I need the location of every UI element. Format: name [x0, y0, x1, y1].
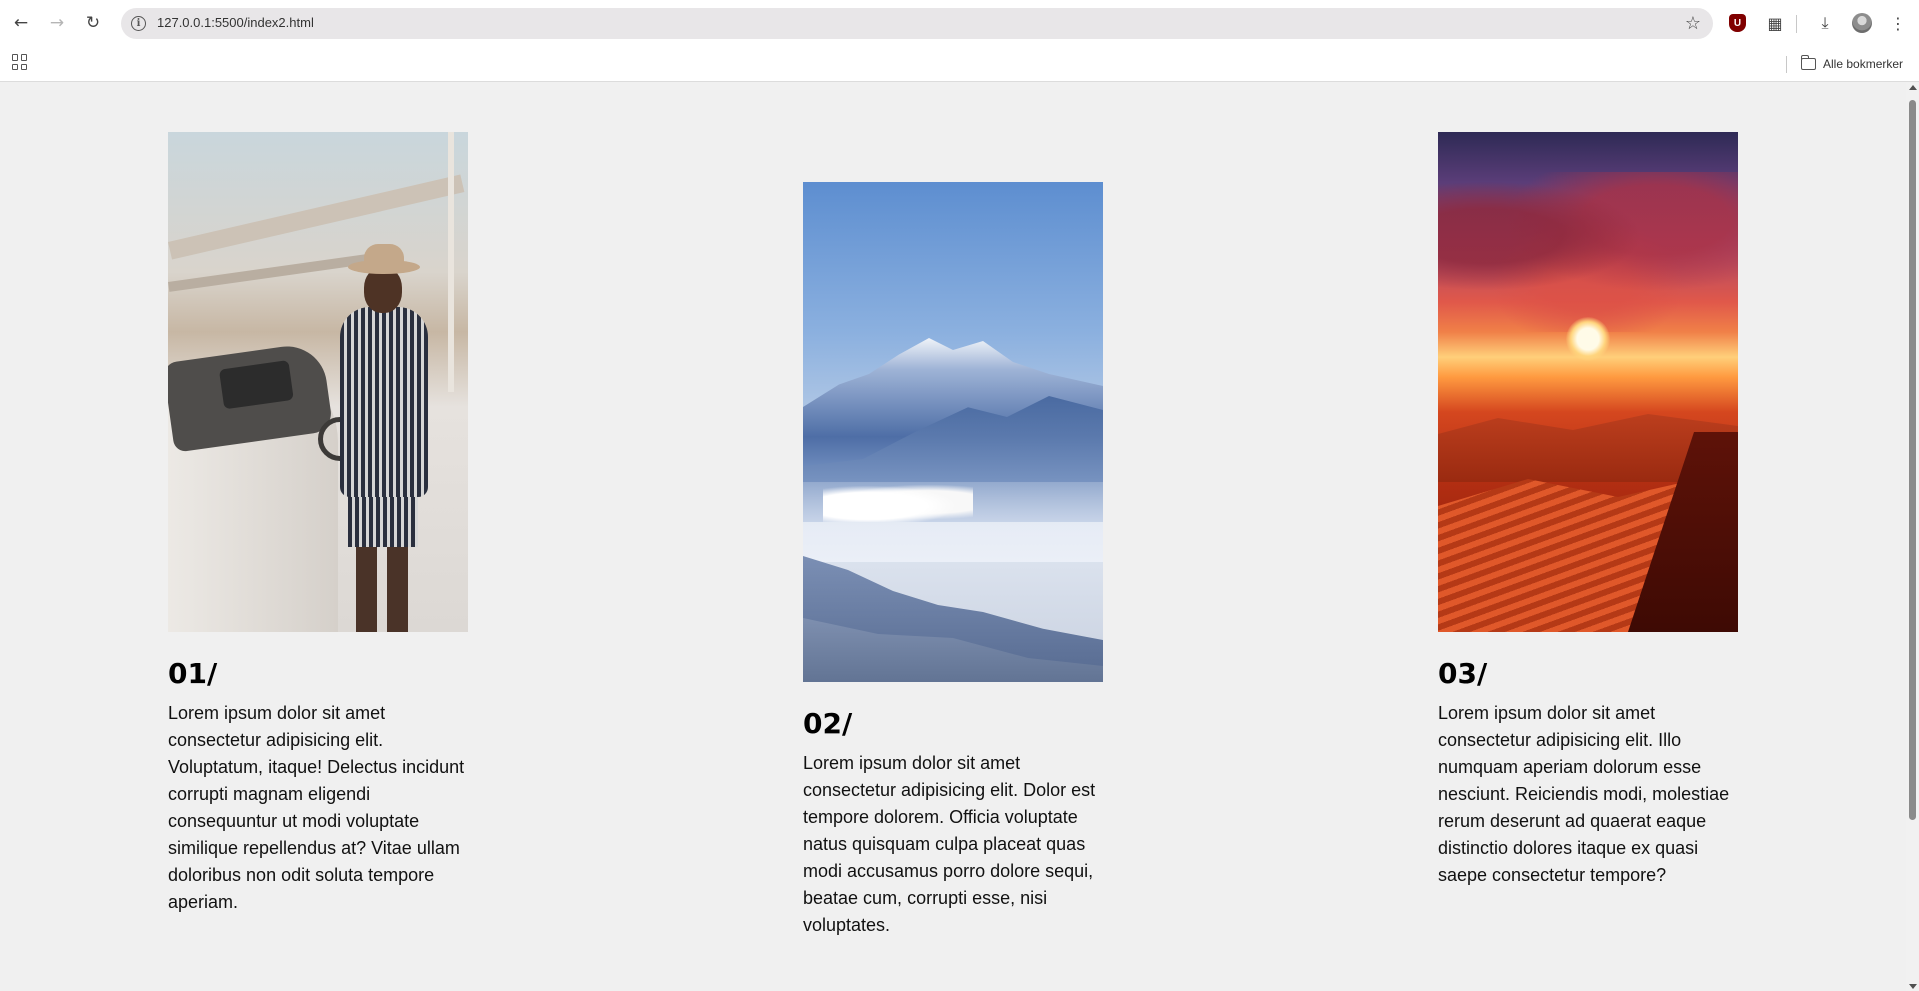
card-description: Lorem ipsum dolor sit amet consectetur a… [168, 703, 465, 912]
site-info-icon[interactable]: i [131, 16, 146, 31]
menu-kebab-icon[interactable]: ⋮ [1886, 11, 1910, 35]
downloads-icon[interactable]: ⤓ [1813, 11, 1837, 35]
card-01: 01/ Lorem ipsum dolor sit amet consectet… [168, 132, 468, 916]
bookmarks-separator [1786, 56, 1787, 73]
back-arrow-icon[interactable]: ← [9, 11, 33, 35]
extensions-icon[interactable]: ▦ [1763, 11, 1787, 35]
folder-icon [1800, 55, 1816, 70]
profile-avatar-icon[interactable] [1852, 13, 1872, 33]
all-bookmarks-label: Alle bokmerker [1823, 57, 1904, 71]
mountains-photo [803, 182, 1103, 682]
bookmarks-bar: Alle bokmerker [0, 46, 1919, 82]
card-description: Lorem ipsum dolor sit amet consectetur a… [803, 753, 1096, 935]
address-bar[interactable]: i 127.0.0.1:5500/index2.html ☆ [121, 8, 1713, 39]
scroll-down-arrow-icon[interactable] [1909, 984, 1917, 989]
url-text[interactable]: 127.0.0.1:5500/index2.html [157, 15, 314, 30]
scroll-up-arrow-icon[interactable] [1909, 85, 1917, 90]
forward-arrow-icon[interactable]: → [45, 11, 69, 35]
card-03: 03/ Lorem ipsum dolor sit amet consectet… [1438, 132, 1738, 889]
bookmark-star-icon[interactable]: ☆ [1685, 13, 1701, 34]
card-number: 01/ [168, 657, 218, 690]
desert-sunset-photo [1438, 132, 1738, 632]
toolbar-separator [1796, 15, 1797, 33]
browser-toolbar: ← → ↻ i 127.0.0.1:5500/index2.html ☆ U ▦… [0, 0, 1919, 46]
card-02: 02/ Lorem ipsum dolor sit amet consectet… [803, 182, 1103, 939]
ublock-icon[interactable]: U [1729, 14, 1746, 32]
all-bookmarks-button[interactable]: Alle bokmerker [1800, 54, 1904, 74]
vertical-scrollbar[interactable] [1906, 83, 1919, 991]
card-description: Lorem ipsum dolor sit amet consectetur a… [1438, 703, 1730, 885]
card-number: 03/ [1438, 657, 1488, 690]
page-viewport: 01/ Lorem ipsum dolor sit amet consectet… [0, 83, 1906, 991]
scrollbar-thumb[interactable] [1909, 100, 1916, 820]
reload-icon[interactable]: ↻ [81, 11, 105, 35]
yacht-photo [168, 132, 468, 632]
card-number: 02/ [803, 707, 853, 740]
apps-grid-icon[interactable] [12, 54, 28, 70]
